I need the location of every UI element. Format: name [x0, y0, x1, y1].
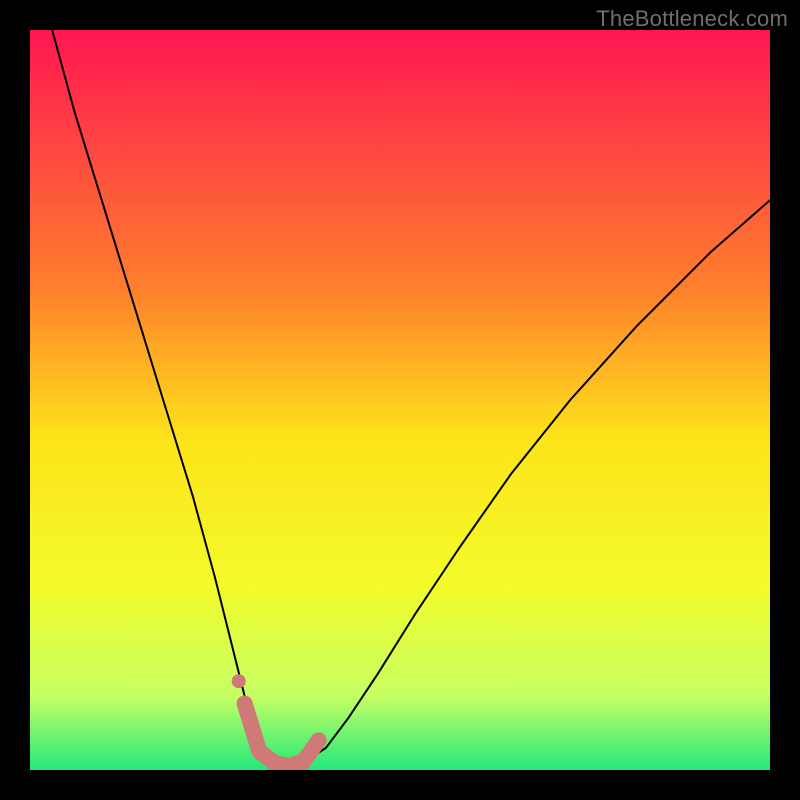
watermark-text: TheBottleneck.com	[596, 6, 788, 32]
chart-svg	[30, 30, 770, 770]
highlight-dot	[232, 674, 246, 688]
plot-area	[30, 30, 770, 770]
chart-frame: TheBottleneck.com	[0, 0, 800, 800]
gradient-background	[30, 30, 770, 770]
